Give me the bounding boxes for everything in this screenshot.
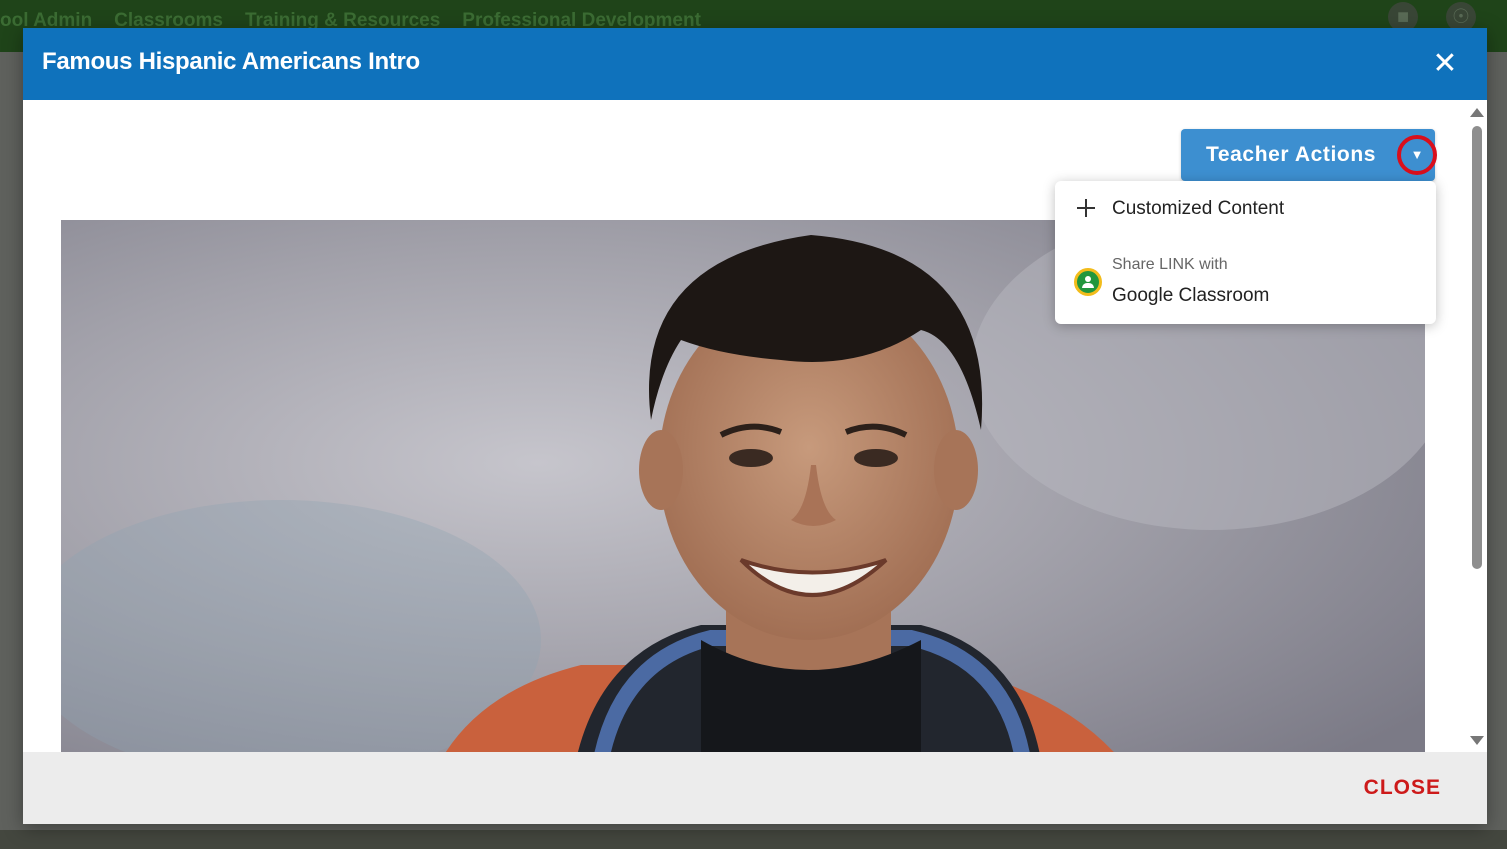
content-modal: Famous Hispanic Americans Intro ✕ Teache… bbox=[23, 28, 1487, 824]
modal-title: Famous Hispanic Americans Intro bbox=[42, 48, 420, 75]
scroll-down-arrow-icon[interactable] bbox=[1470, 736, 1484, 745]
close-icon[interactable]: ✕ bbox=[1427, 46, 1463, 82]
modal-header: Famous Hispanic Americans Intro ✕ bbox=[23, 28, 1487, 100]
teacher-actions-label: Teacher Actions bbox=[1206, 143, 1377, 166]
teacher-actions-dropdown: Customized Content Share LINK with Googl… bbox=[1055, 181, 1436, 324]
share-google-classroom-menu-item[interactable]: Share LINK with Google Classroom bbox=[1055, 239, 1436, 324]
menu-item-label: Customized Content bbox=[1112, 198, 1285, 219]
menu-item-sublabel: Share LINK with bbox=[1112, 256, 1228, 273]
close-button[interactable]: CLOSE bbox=[1364, 776, 1441, 800]
google-classroom-icon bbox=[1074, 268, 1102, 296]
teacher-actions-button[interactable]: Teacher Actions ▼ bbox=[1181, 129, 1437, 181]
modal-footer: CLOSE bbox=[23, 752, 1487, 824]
caret-down-icon[interactable]: ▼ bbox=[1397, 135, 1437, 175]
vertical-scrollbar[interactable] bbox=[1467, 100, 1487, 752]
background-thumbnail-strip bbox=[0, 830, 1507, 849]
scroll-up-arrow-icon[interactable] bbox=[1470, 108, 1484, 117]
plus-icon bbox=[1077, 199, 1095, 217]
scrollbar-thumb[interactable] bbox=[1472, 126, 1482, 569]
customized-content-menu-item[interactable]: Customized Content bbox=[1055, 181, 1436, 239]
modal-content: Teacher Actions ▼ Customized Content Sha… bbox=[23, 100, 1467, 752]
menu-item-label: Google Classroom bbox=[1112, 285, 1270, 306]
